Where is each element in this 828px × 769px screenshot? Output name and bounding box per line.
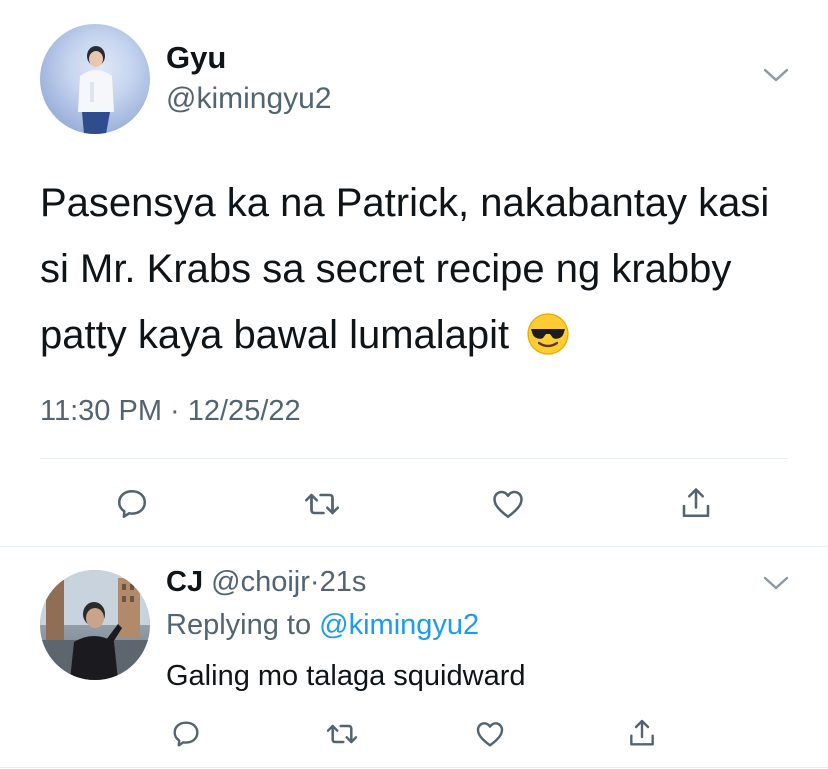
replying-to-label: Replying to [166,609,312,641]
reply-author-name[interactable]: CJ [166,566,203,598]
like-icon[interactable] [488,484,528,524]
retweet-icon[interactable] [300,484,344,524]
divider [40,458,788,459]
retweet-icon[interactable] [322,716,362,752]
author-avatar[interactable] [40,24,150,134]
reply-separator: · [309,566,320,598]
avatar-person-figure [40,570,150,680]
divider [0,767,828,768]
replying-to-line: Replying to @kimingyu2 [166,609,479,642]
reply-header: CJ @choijr·21s [166,566,366,599]
like-icon[interactable] [472,716,508,752]
reply-author-avatar[interactable] [40,570,150,680]
share-icon[interactable] [676,482,716,524]
author-handle[interactable]: @kimingyu2 [166,82,332,116]
reply-icon[interactable] [112,484,152,524]
sunglasses-emoji-icon [526,310,570,355]
tweet-timestamp[interactable]: 11:30 PM · 12/25/22 [40,395,301,428]
tweet-text-content: Pasensya ka na Patrick, nakabantay kasi … [40,181,770,357]
share-icon[interactable] [624,714,660,752]
tweet-text: Pasensya ka na Patrick, nakabantay kasi … [40,170,780,368]
reply-icon[interactable] [168,716,204,752]
replying-to-mention[interactable]: @kimingyu2 [319,609,479,641]
reply-time[interactable]: 21s [320,566,367,598]
avatar-person-figure [78,46,114,134]
divider [0,546,828,547]
reply-author-handle[interactable]: @choijr [211,566,310,598]
chevron-down-icon[interactable] [762,574,790,592]
author-name[interactable]: Gyu [166,40,226,76]
chevron-down-icon[interactable] [762,66,790,84]
reply-text: Galing mo talaga squidward [166,660,526,692]
